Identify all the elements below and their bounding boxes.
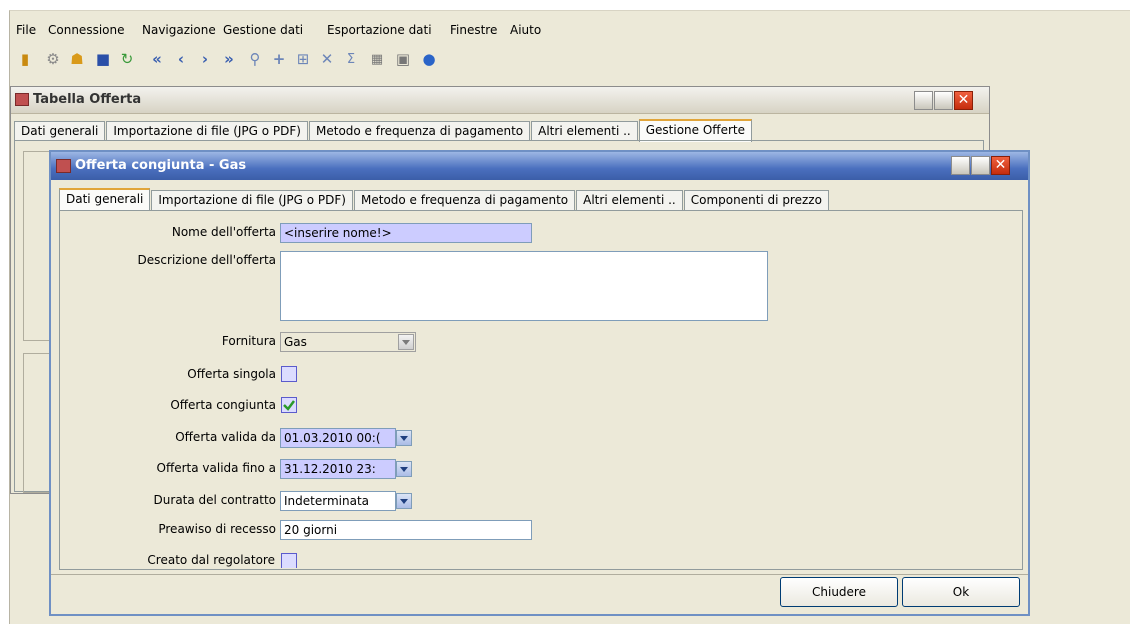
tab-importazione-file[interactable]: Importazione di file (JPG o PDF) <box>151 190 353 210</box>
add-icon[interactable]: + <box>268 48 290 70</box>
next-record-icon[interactable]: › <box>194 48 216 70</box>
tab-gestione-offerte[interactable]: Gestione Offerte <box>638 119 752 142</box>
ok-button[interactable]: Ok <box>902 577 1020 607</box>
descrizione-offerta-textarea[interactable] <box>280 251 768 321</box>
tab-metodo-pagamento[interactable]: Metodo e frequenza di pagamento <box>354 190 576 210</box>
connect-icon[interactable]: ⚙ <box>42 48 64 70</box>
tab-altri-elementi[interactable]: Altri elementi .. <box>531 121 638 141</box>
fornitura-label: Fornitura <box>221 334 276 348</box>
minimize-button[interactable] <box>914 91 933 110</box>
table-window-icon <box>15 93 29 106</box>
offerta-valida-da-input[interactable]: 01.03.2010 00:( <box>280 428 396 448</box>
maximize-button[interactable] <box>971 156 990 175</box>
tab-componenti-prezzo[interactable]: Componenti di prezzo <box>683 190 829 210</box>
search-icon[interactable]: ⚲ <box>244 48 266 70</box>
preavviso-recesso-input[interactable]: 20 giorni <box>280 520 532 540</box>
offerta-valida-fino-label: Offerta valida fino a <box>156 461 276 475</box>
menu-connessione[interactable]: Connessione <box>48 23 124 37</box>
tabella-offerta-tabs: Dati generali Importazione di file (JPG … <box>14 119 753 142</box>
toolbar: ▮ ⚙ ☗ ■ ↻ « ‹ › » ⚲ + ⊞ ✕ Σ ▦ ▣ ● <box>10 44 1130 76</box>
close-button[interactable]: ✕ <box>991 156 1010 175</box>
creato-regolatore-label: Creato dal regolatore <box>147 553 275 567</box>
checkmark-icon <box>283 400 295 411</box>
minimize-button[interactable] <box>951 156 970 175</box>
menu-aiuto[interactable]: Aiuto <box>510 23 541 37</box>
offerta-congiunta-title: Offerta congiunta - Gas <box>75 158 247 173</box>
scroll-clip: Creato dal regolatore <box>60 547 1020 568</box>
offerta-congiunta-checkbox[interactable] <box>281 397 297 413</box>
offerta-singola-checkbox[interactable] <box>281 366 297 382</box>
refresh-icon[interactable]: ↻ <box>116 48 138 70</box>
last-record-icon[interactable]: » <box>218 48 240 70</box>
nome-offerta-label: Nome dell'offerta <box>171 225 276 239</box>
delete-icon[interactable]: ✕ <box>316 48 338 70</box>
valida-fino-dropdown-icon[interactable] <box>396 461 412 477</box>
creato-regolatore-checkbox[interactable] <box>281 553 297 568</box>
valida-da-dropdown-icon[interactable] <box>396 430 412 446</box>
offerta-valida-da-label: Offerta valida da <box>175 430 276 444</box>
calendar-icon[interactable]: ▦ <box>366 48 388 70</box>
previous-record-icon[interactable]: ‹ <box>170 48 192 70</box>
close-button[interactable]: ✕ <box>954 91 973 110</box>
offerta-tabs: Dati generali Importazione di file (JPG … <box>59 188 830 211</box>
offerta-singola-label: Offerta singola <box>187 367 276 381</box>
offerta-congiunta-label: Offerta congiunta <box>170 398 276 412</box>
menu-navigazione[interactable]: Navigazione <box>142 23 216 37</box>
maximize-button[interactable] <box>934 91 953 110</box>
save-icon[interactable]: ■ <box>92 48 114 70</box>
menu-finestre[interactable]: Finestre <box>450 23 497 37</box>
tree-icon[interactable]: ⊞ <box>292 48 314 70</box>
tab-altri-elementi[interactable]: Altri elementi .. <box>576 190 683 210</box>
tab-dati-generali[interactable]: Dati generali <box>14 121 106 141</box>
dati-generali-panel: Nome dell'offerta <inserire nome!> Descr… <box>59 210 1023 570</box>
chiudere-button[interactable]: Chiudere <box>780 577 898 607</box>
durata-dropdown-icon[interactable] <box>396 493 412 509</box>
offerta-valida-fino-input[interactable]: 31.12.2010 23: <box>280 459 396 479</box>
help-icon[interactable]: ● <box>418 48 440 70</box>
user-key-icon[interactable]: ☗ <box>66 48 88 70</box>
menu-file[interactable]: File <box>16 23 36 37</box>
first-record-icon[interactable]: « <box>146 48 168 70</box>
durata-contratto-select[interactable]: Indeterminata <box>280 491 396 511</box>
fornitura-dropdown-icon[interactable] <box>398 334 414 350</box>
tab-importazione-file[interactable]: Importazione di file (JPG o PDF) <box>106 121 308 141</box>
offer-window-icon <box>56 159 71 173</box>
offerta-congiunta-title-bar[interactable]: Offerta congiunta - Gas ✕ <box>51 152 1028 180</box>
fornitura-select[interactable]: Gas <box>280 332 416 352</box>
preavviso-recesso-label: Preawiso di recesso <box>158 522 276 536</box>
offerta-congiunta-window: Offerta congiunta - Gas ✕ Dati generali … <box>49 150 1030 616</box>
menu-gestione-dati[interactable]: Gestione dati <box>223 23 303 37</box>
descrizione-offerta-label: Descrizione dell'offerta <box>137 253 276 267</box>
durata-contratto-label: Durata del contratto <box>153 493 276 507</box>
nome-offerta-input[interactable]: <inserire nome!> <box>280 223 532 243</box>
tab-metodo-pagamento[interactable]: Metodo e frequenza di pagamento <box>309 121 531 141</box>
divider <box>51 574 1028 575</box>
sum-icon[interactable]: Σ <box>340 48 362 70</box>
tabella-offerta-title: Tabella Offerta <box>33 92 142 107</box>
menu-bar: File Connessione Navigazione Gestione da… <box>10 18 1130 40</box>
menu-esportazione-dati[interactable]: Esportazione dati <box>327 23 432 37</box>
tabella-offerta-title-bar[interactable]: Tabella Offerta ✕ <box>11 87 989 114</box>
tab-dati-generali[interactable]: Dati generali <box>59 188 151 211</box>
exit-icon[interactable]: ▮ <box>14 48 36 70</box>
export-icon[interactable]: ▣ <box>392 48 414 70</box>
